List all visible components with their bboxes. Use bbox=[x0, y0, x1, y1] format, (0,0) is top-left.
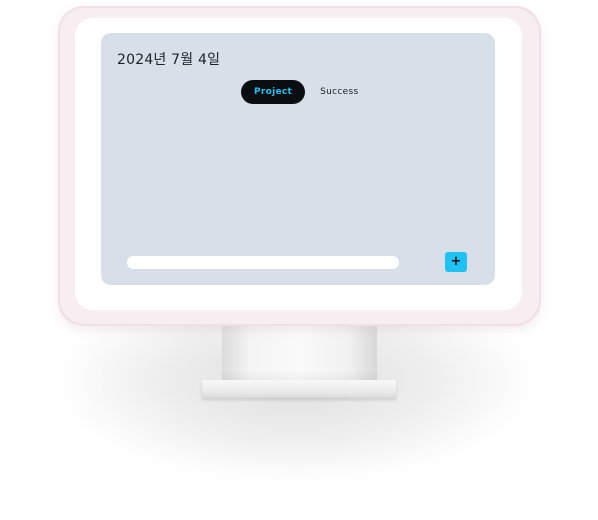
add-button[interactable]: + bbox=[445, 252, 467, 272]
tab-success[interactable]: Success bbox=[307, 80, 371, 104]
monitor-scene: 2024년 7월 4일 Project Success + bbox=[0, 0, 598, 520]
monitor-bezel: 2024년 7월 4일 Project Success + bbox=[58, 6, 541, 326]
date-title: 2024년 7월 4일 bbox=[117, 52, 221, 68]
monitor-screen: 2024년 7월 4일 Project Success + bbox=[101, 33, 495, 285]
monitor-bezel-inner: 2024년 7월 4일 Project Success + bbox=[75, 18, 522, 310]
tab-project[interactable]: Project bbox=[241, 80, 306, 104]
tab-bar: Project Success bbox=[241, 80, 372, 104]
monitor-stand-neck bbox=[222, 318, 377, 384]
monitor-stand-base bbox=[202, 380, 396, 398]
task-input[interactable] bbox=[127, 256, 399, 269]
